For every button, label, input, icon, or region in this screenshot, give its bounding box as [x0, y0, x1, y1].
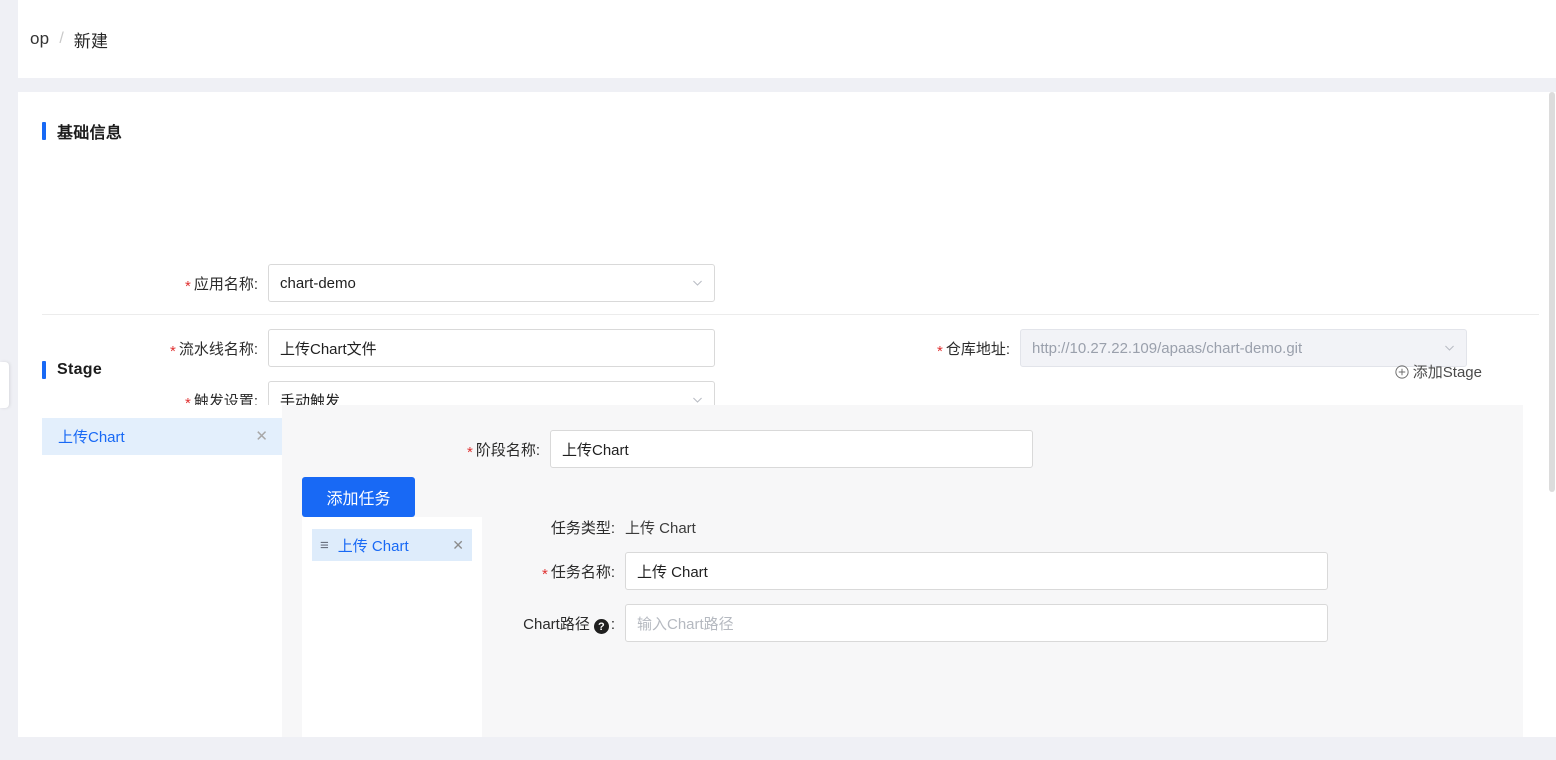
- form-divider: [42, 314, 1539, 315]
- app-name-select[interactable]: chart-demo: [268, 264, 715, 302]
- stage-list: 上传Chart ✕: [42, 405, 282, 737]
- field-row-pipeline-name: *流水线名称: 上传Chart文件: [18, 329, 715, 367]
- field-row-stage-name: *阶段名称: 上传Chart: [435, 430, 1033, 468]
- task-name-value: 上传 Chart: [637, 561, 708, 582]
- task-type-value: 上传 Chart: [625, 517, 696, 538]
- add-stage-button[interactable]: 添加Stage: [1395, 361, 1482, 382]
- app-page: op / 新建 基础信息 *应用名称: chart-demo: [0, 0, 1556, 760]
- repo-url-label: *仓库地址:: [898, 338, 1010, 359]
- stage-item-label: 上传Chart: [58, 426, 125, 447]
- chevron-down-icon: [1443, 342, 1456, 355]
- task-type-label: 任务类型:: [482, 517, 615, 538]
- task-list-item[interactable]: ≡ 上传 Chart ✕: [312, 529, 472, 561]
- task-name-label: *任务名称:: [482, 561, 615, 582]
- app-name-value: chart-demo: [280, 275, 356, 292]
- chevron-down-icon: [691, 277, 704, 290]
- stage-title: Stage: [57, 361, 102, 379]
- field-row-task-name: *任务名称: 上传 Chart: [482, 552, 1328, 590]
- breadcrumb-current: 新建: [74, 27, 108, 52]
- drag-handle-icon[interactable]: ≡: [320, 537, 329, 554]
- add-task-button[interactable]: 添加任务: [302, 477, 415, 517]
- chart-path-placeholder: 输入Chart路径: [637, 613, 734, 634]
- breadcrumb-separator: /: [59, 30, 63, 48]
- required-star: *: [937, 343, 943, 360]
- required-star: *: [185, 278, 191, 295]
- field-row-chart-path: Chart路径?: 输入Chart路径: [482, 604, 1328, 642]
- add-stage-label: 添加Stage: [1413, 361, 1482, 382]
- basic-info-title: 基础信息: [57, 119, 122, 143]
- required-star: *: [542, 566, 548, 583]
- stage-name-value: 上传Chart: [562, 439, 629, 460]
- task-name-input[interactable]: 上传 Chart: [625, 552, 1328, 590]
- task-item-label: 上传 Chart: [338, 535, 453, 556]
- vertical-scrollbar-thumb[interactable]: [1549, 92, 1555, 492]
- close-icon[interactable]: ✕: [452, 537, 464, 554]
- stage-name-input[interactable]: 上传Chart: [550, 430, 1033, 468]
- stage-list-item[interactable]: 上传Chart ✕: [42, 418, 282, 455]
- sidebar-collapse-handle[interactable]: [0, 362, 9, 408]
- required-star: *: [170, 343, 176, 360]
- section-accent-bar: [42, 361, 46, 379]
- field-row-repo-url: *仓库地址: http://10.27.22.109/apaas/chart-d…: [898, 329, 1467, 367]
- required-star: *: [467, 444, 473, 461]
- field-row-app-name: *应用名称: chart-demo: [18, 264, 715, 302]
- stage-body: 上传Chart ✕ *阶段名称: 上传Chart 添加任务 ≡: [42, 405, 1523, 737]
- pipeline-name-label: *流水线名称:: [18, 338, 258, 359]
- stage-name-label: *阶段名称:: [435, 439, 540, 460]
- task-detail-form: 任务类型: 上传 Chart *任务名称: 上传 Chart Char: [482, 517, 1328, 656]
- pipeline-name-value: 上传Chart文件: [280, 338, 377, 359]
- repo-url-value: http://10.27.22.109/apaas/chart-demo.git: [1032, 340, 1302, 357]
- close-icon[interactable]: ✕: [255, 429, 268, 444]
- question-mark-icon[interactable]: ?: [594, 619, 609, 634]
- breadcrumb-bar: op / 新建: [18, 0, 1556, 78]
- task-list: ≡ 上传 Chart ✕: [302, 517, 482, 737]
- stage-detail-panel: *阶段名称: 上传Chart 添加任务 ≡ 上传 Chart ✕: [282, 405, 1523, 737]
- section-accent-bar: [42, 122, 46, 140]
- chart-path-input[interactable]: 输入Chart路径: [625, 604, 1328, 642]
- stage-section-header: Stage: [42, 361, 102, 379]
- basic-info-section-header: 基础信息: [42, 119, 122, 143]
- vertical-scrollbar-track[interactable]: [1548, 92, 1556, 737]
- chart-path-label: Chart路径?:: [482, 613, 615, 634]
- breadcrumb-root[interactable]: op: [30, 29, 49, 49]
- plus-circle-icon: [1395, 365, 1409, 379]
- pipeline-name-input[interactable]: 上传Chart文件: [268, 329, 715, 367]
- app-name-label: *应用名称:: [18, 273, 258, 294]
- main-content-card: 基础信息 *应用名称: chart-demo *流水线名称: 上传Chart文件: [18, 92, 1548, 737]
- field-row-task-type: 任务类型: 上传 Chart: [482, 517, 1328, 538]
